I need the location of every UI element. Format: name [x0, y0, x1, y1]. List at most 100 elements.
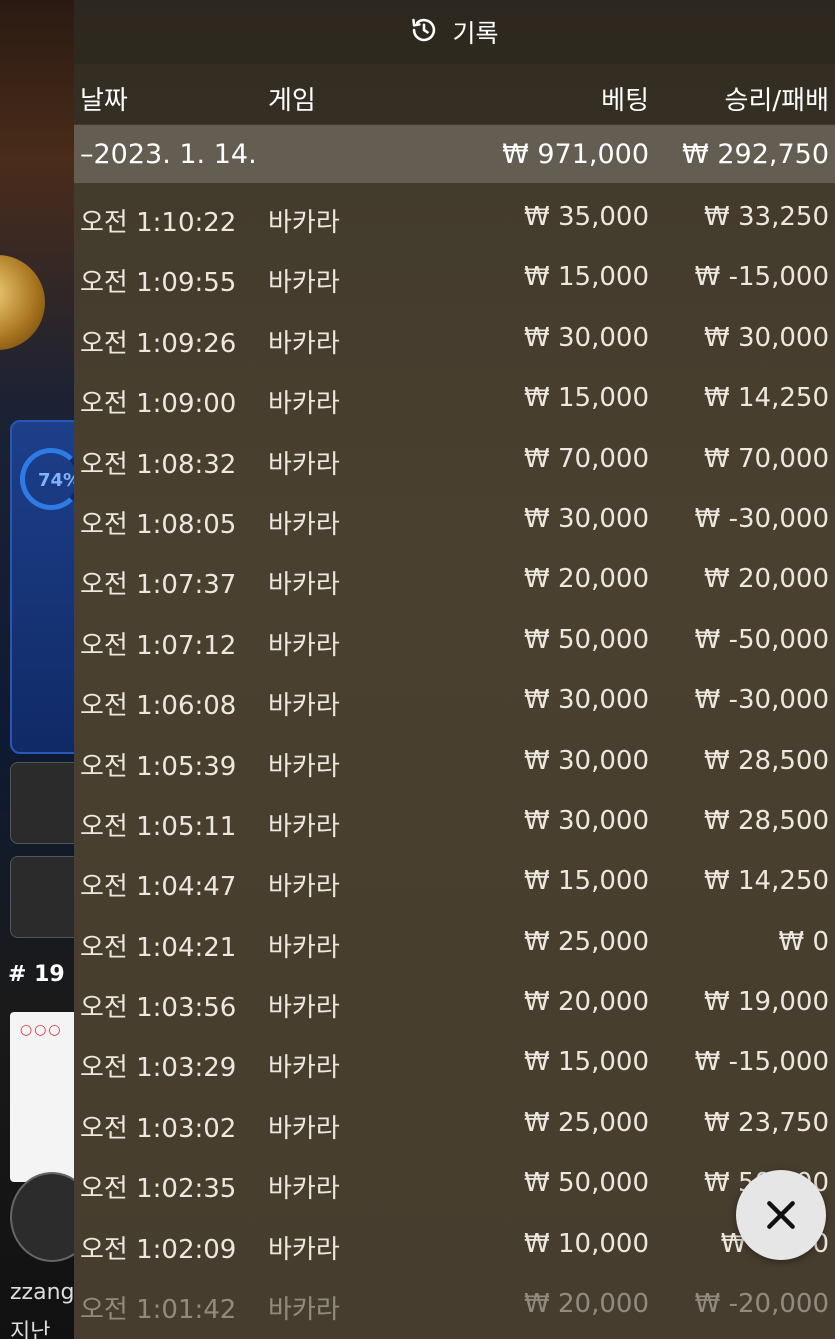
row-bet: ₩ 25,000	[524, 926, 649, 957]
row-game: 바카라	[268, 691, 340, 722]
row-time: 오전 1:09:26	[80, 328, 237, 359]
history-row[interactable]: 오전 1:09:55 바카라 ₩ 15,000 ₩ -15,000	[74, 250, 835, 310]
row-time: 오전 1:09:00	[80, 389, 237, 420]
row-game: 바카라	[268, 449, 340, 480]
player-button[interactable]	[10, 856, 74, 938]
history-row[interactable]: 오전 1:04:21 바카라 ₩ 25,000 ₩ 0	[74, 915, 835, 975]
row-bet: ₩ 50,000	[524, 1168, 649, 1199]
history-row[interactable]: 오전 1:02:35바카라₩ 50,000₩ 50,000	[74, 1156, 835, 1216]
summary-date: –2023. 1. 14.	[80, 139, 257, 170]
history-row[interactable]: 오전 1:03:02 바카라 ₩ 25,000 ₩ 23,750	[74, 1096, 835, 1156]
history-row[interactable]: 오전 1:09:26 바카라 ₩ 30,000 ₩ 30,000	[74, 311, 835, 371]
row-winloss: ₩ -15,000	[694, 1047, 829, 1078]
row-bet: ₩ 20,000	[524, 564, 649, 595]
history-row[interactable]: 오전 1:04:47 바카라 ₩ 15,000 ₩ 14,250	[74, 854, 835, 914]
column-header: 날짜 게임 베팅 승리/패배	[74, 64, 835, 124]
chip-button[interactable]	[10, 1172, 74, 1262]
username: zzang	[10, 1280, 74, 1305]
player-bonus-button[interactable]	[10, 762, 74, 844]
row-game: 바카라	[268, 993, 340, 1024]
row-winloss: ₩ 14,250	[704, 866, 829, 897]
history-row[interactable]: 오전 1:06:08 바카라 ₩ 30,000 ₩ -30,000	[74, 673, 835, 733]
row-winloss: ₩ -20,000	[694, 1289, 829, 1320]
row-time: 오전 1:02:09	[80, 1234, 237, 1265]
road-dots: ○○○	[20, 1022, 63, 1038]
row-game: 바카라	[268, 1174, 340, 1205]
row-time: 오전 1:10:22	[80, 208, 237, 238]
row-bet: ₩ 35,000	[524, 202, 649, 232]
row-game: 바카라	[268, 509, 340, 540]
row-bet: ₩ 30,000	[524, 685, 649, 716]
row-time: 오전 1:09:55	[80, 268, 237, 299]
row-bet: ₩ 70,000	[524, 443, 649, 474]
row-bet: ₩ 15,000	[524, 262, 649, 293]
row-time: 오전 1:05:39	[80, 751, 237, 782]
row-game: 바카라	[268, 872, 340, 903]
row-winloss: ₩ 20,000	[704, 564, 829, 595]
summary-winloss: ₩ 292,750	[682, 139, 829, 170]
row-bet: ₩ 15,000	[524, 866, 649, 897]
row-time: 오전 1:03:56	[80, 993, 237, 1024]
row-winloss: ₩ 28,500	[704, 745, 829, 776]
history-row[interactable]: 오전 1:07:37 바카라 ₩ 20,000 ₩ 20,000	[74, 552, 835, 612]
history-row[interactable]: 오전 1:10:22 바카라 ₩ 35,000 ₩ 33,250	[74, 190, 835, 250]
row-bet: ₩ 10,000	[524, 1228, 649, 1259]
progress-percent: 74%	[38, 470, 74, 491]
row-winloss: ₩ 28,500	[704, 805, 829, 836]
summary-bet: ₩ 971,000	[502, 139, 649, 170]
row-game: 바카라	[268, 751, 340, 782]
game-background: 74% # 19 ○○○ zzang 지난 우	[0, 0, 74, 1339]
row-time: 오전 1:06:08	[80, 691, 237, 722]
row-game: 바카라	[268, 268, 340, 299]
history-icon	[410, 16, 438, 48]
history-row[interactable]: 오전 1:05:11 바카라 ₩ 30,000 ₩ 28,500	[74, 794, 835, 854]
row-bet: ₩ 20,000	[524, 987, 649, 1018]
row-time: 오전 1:05:11	[80, 811, 237, 842]
row-time: 오전 1:07:37	[80, 570, 237, 601]
history-row[interactable]: 오전 1:03:29 바카라 ₩ 15,000 ₩ -15,000	[74, 1035, 835, 1095]
history-row[interactable]: 오전 1:05:39 바카라 ₩ 30,000 ₩ 28,500	[74, 734, 835, 794]
day-summary-row[interactable]: –2023. 1. 14. ₩ 971,000 ₩ 292,750	[74, 125, 835, 183]
row-time: 오전 1:02:35	[80, 1174, 237, 1205]
row-bet: ₩ 25,000	[524, 1107, 649, 1138]
row-bet: ₩ 30,000	[524, 322, 649, 353]
user-subtext: 지난 우	[10, 1320, 51, 1339]
row-game: 바카라	[268, 630, 340, 661]
row-game: 바카라	[268, 389, 340, 420]
round-label: # 19	[8, 962, 65, 987]
row-winloss: ₩ 0	[778, 926, 829, 957]
history-row[interactable]: 오전 1:07:12 바카라 ₩ 50,000 ₩ -50,000	[74, 613, 835, 673]
row-winloss: ₩ 70,000	[704, 443, 829, 474]
column-game: 게임	[268, 86, 316, 116]
history-row[interactable]: 오전 1:09:00 바카라 ₩ 15,000 ₩ 14,250	[74, 371, 835, 431]
row-game: 바카라	[268, 1234, 340, 1265]
column-bet: 베팅	[601, 86, 649, 116]
row-time: 오전 1:04:21	[80, 932, 237, 963]
row-bet: ₩ 15,000	[524, 383, 649, 414]
row-game: 바카라	[268, 1113, 340, 1144]
history-row[interactable]: 오전 1:08:32 바카라 ₩ 70,000 ₩ 70,000	[74, 432, 835, 492]
history-row[interactable]: 오전 1:02:09바카라₩ 10,000₩ 9,500	[74, 1217, 835, 1277]
row-bet: ₩ 20,000	[524, 1289, 649, 1320]
row-game: 바카라	[268, 1295, 340, 1326]
history-row[interactable]: 오전 1:03:56 바카라 ₩ 20,000 ₩ 19,000	[74, 975, 835, 1035]
history-list: 오전 1:10:22 바카라 ₩ 35,000 ₩ 33,250 오전 1:09:55 바…	[74, 190, 835, 1337]
row-game: 바카라	[268, 570, 340, 601]
row-bet: ₩ 15,000	[524, 1047, 649, 1078]
row-bet: ₩ 30,000	[524, 503, 649, 534]
history-header: 기록	[74, 0, 835, 64]
close-button[interactable]	[736, 1170, 826, 1260]
row-time: 오전 1:03:29	[80, 1053, 237, 1084]
row-bet: ₩ 50,000	[524, 624, 649, 655]
history-row[interactable]: 오전 1:01:42 바카라 ₩ 20,000 ₩ -20,000	[74, 1277, 835, 1337]
row-winloss: ₩ 30,000	[704, 322, 829, 353]
gold-ornament	[0, 255, 45, 350]
column-date: 날짜	[80, 86, 128, 116]
history-row[interactable]: 오전 1:08:05 바카라 ₩ 30,000 ₩ -30,000	[74, 492, 835, 552]
row-winloss: ₩ 33,250	[704, 202, 829, 232]
row-time: 오전 1:07:12	[80, 630, 237, 661]
row-game: 바카라	[268, 811, 340, 842]
column-winloss: 승리/패배	[724, 86, 829, 116]
row-time: 오전 1:08:05	[80, 509, 237, 540]
row-game: 바카라	[268, 328, 340, 359]
